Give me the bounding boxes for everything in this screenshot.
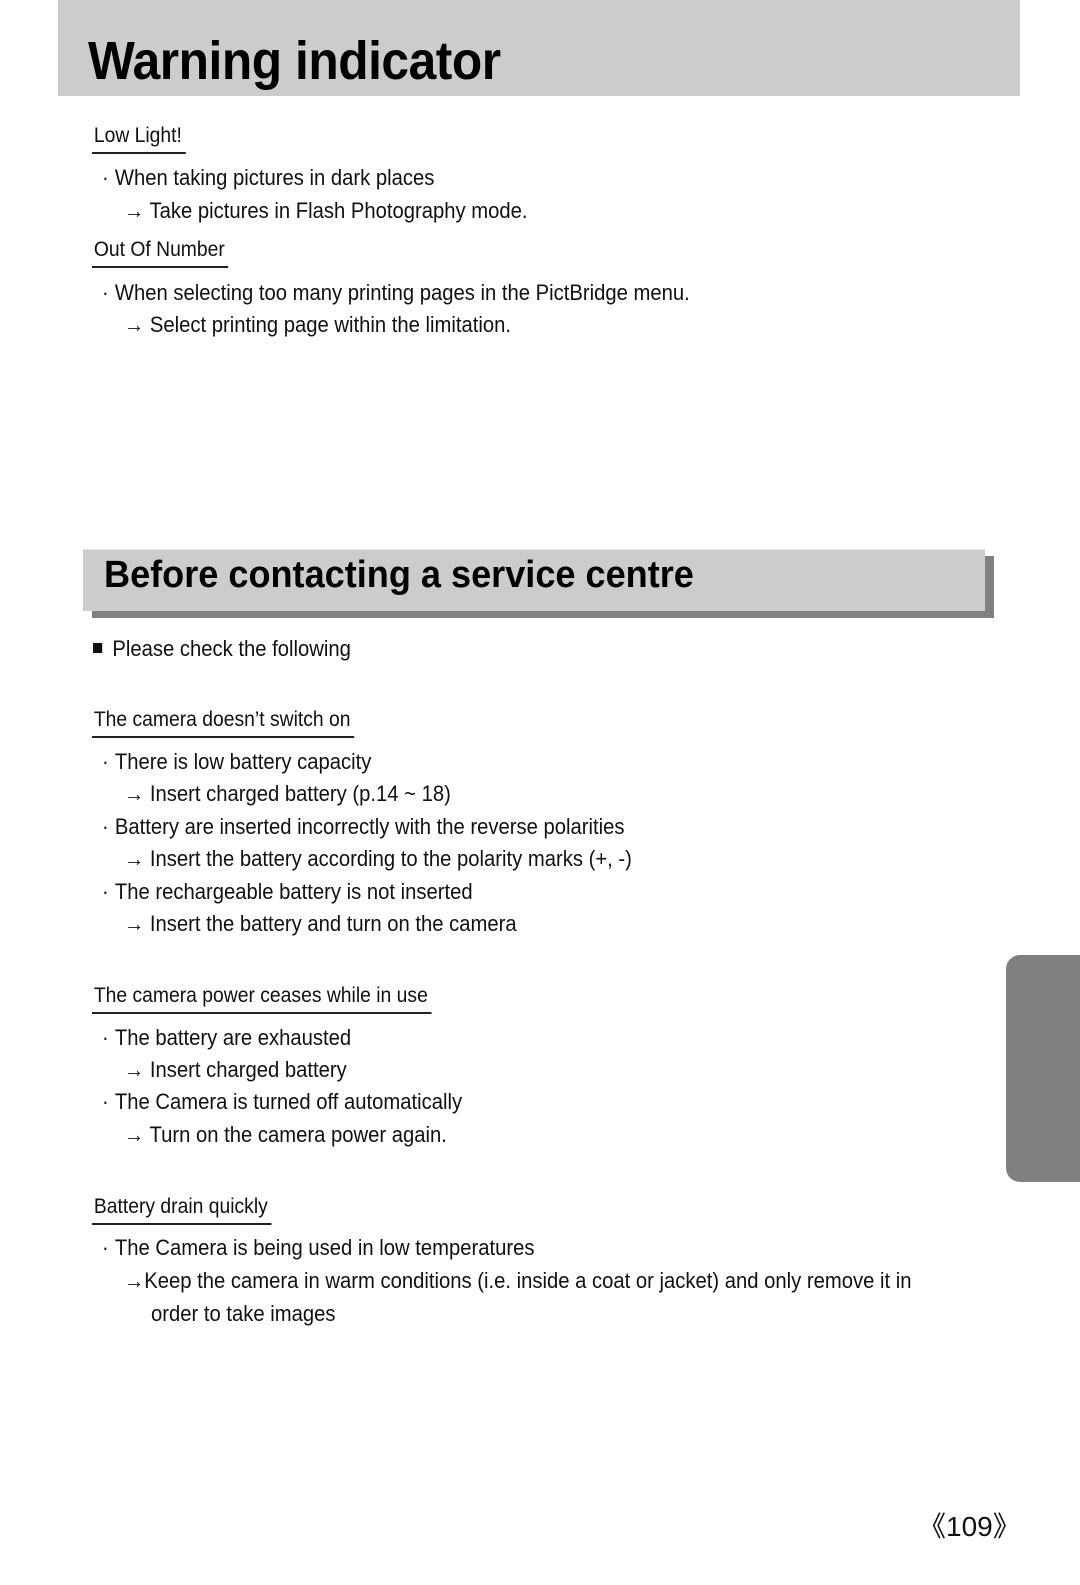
remedy-item: → Insert the battery according to the po… bbox=[124, 846, 632, 871]
section-heading-no-power-on: The camera doesn’t switch on bbox=[92, 708, 355, 738]
remedy-item: → Insert charged battery (p.14 ~ 18) bbox=[124, 781, 451, 806]
remedy-item: → Insert charged battery bbox=[124, 1057, 347, 1082]
bullet-icon: · bbox=[102, 814, 109, 839]
arrow-icon: → bbox=[124, 312, 145, 337]
bullet-icon: · bbox=[102, 1025, 109, 1050]
warning-remedy: → Select printing page within the limita… bbox=[124, 312, 512, 337]
page-title: Warning indicator bbox=[88, 31, 501, 91]
cause-item: · The Camera is turned off automatically bbox=[102, 1089, 463, 1114]
bullet-icon: · bbox=[102, 749, 109, 774]
warning-cause: · When selecting too many printing pages … bbox=[102, 280, 690, 305]
cause-item: · The Camera is being used in low tempera… bbox=[102, 1235, 535, 1260]
arrow-icon: → bbox=[124, 846, 145, 871]
arrow-icon: → bbox=[124, 1268, 145, 1293]
title-band: Warning indicator bbox=[58, 0, 1020, 96]
remedy-item: → Insert the battery and turn on the cam… bbox=[124, 911, 517, 936]
bullet-icon: · bbox=[102, 280, 109, 305]
bullet-icon: · bbox=[102, 1235, 109, 1260]
cause-item: · There is low battery capacity bbox=[102, 749, 372, 774]
remedy-item-continued: order to take images bbox=[151, 1301, 336, 1326]
intro-text: Please check the following bbox=[93, 636, 351, 662]
section-title: Before contacting a service centre bbox=[104, 554, 694, 596]
arrow-icon: → bbox=[124, 1057, 145, 1082]
chapter-side-tab bbox=[1006, 955, 1080, 1182]
cause-item: · The rechargeable battery is not inserte… bbox=[102, 879, 473, 904]
page-number: 《109》 bbox=[918, 1511, 1021, 1542]
remedy-item: →Keep the camera in warm conditions (i.e… bbox=[124, 1268, 912, 1293]
bullet-icon: · bbox=[102, 165, 109, 190]
bullet-icon: · bbox=[102, 1089, 109, 1114]
arrow-icon: → bbox=[124, 781, 145, 806]
warning-heading-low-light: Low Light! bbox=[92, 124, 186, 154]
warning-cause: · When taking pictures in dark places bbox=[102, 165, 435, 190]
section-heading-battery-drain: Battery drain quickly bbox=[92, 1195, 272, 1225]
cause-item: · The battery are exhausted bbox=[102, 1025, 352, 1050]
cause-item: · Battery are inserted incorrectly with t… bbox=[102, 814, 625, 839]
remedy-item: → Turn on the camera power again. bbox=[124, 1122, 447, 1147]
square-bullet-icon bbox=[93, 643, 103, 654]
warning-heading-out-of-number: Out Of Number bbox=[92, 238, 229, 268]
arrow-icon: → bbox=[124, 198, 145, 223]
bullet-icon: · bbox=[102, 879, 109, 904]
section-heading-power-ceases: The camera power ceases while in use bbox=[92, 984, 432, 1014]
arrow-icon: → bbox=[124, 911, 145, 936]
section-band: Before contacting a service centre bbox=[83, 549, 985, 611]
warning-remedy: → Take pictures in Flash Photography mod… bbox=[124, 198, 528, 223]
arrow-icon: → bbox=[124, 1122, 145, 1147]
